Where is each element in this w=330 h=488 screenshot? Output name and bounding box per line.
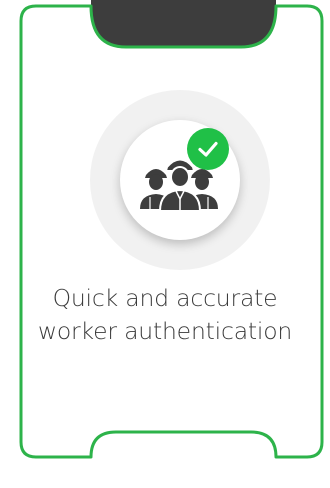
caption-line-2: worker authentication (37, 317, 293, 345)
check-icon (198, 141, 218, 157)
phone-card: Quick and accurate worker authentication (0, 0, 330, 483)
check-badge (187, 128, 229, 170)
caption-line-1: Quick and accurate (52, 284, 278, 312)
top-notch (91, 0, 276, 47)
feature-caption: Quick and accurate worker authentication (20, 282, 310, 348)
worker-auth-badge (90, 90, 270, 270)
